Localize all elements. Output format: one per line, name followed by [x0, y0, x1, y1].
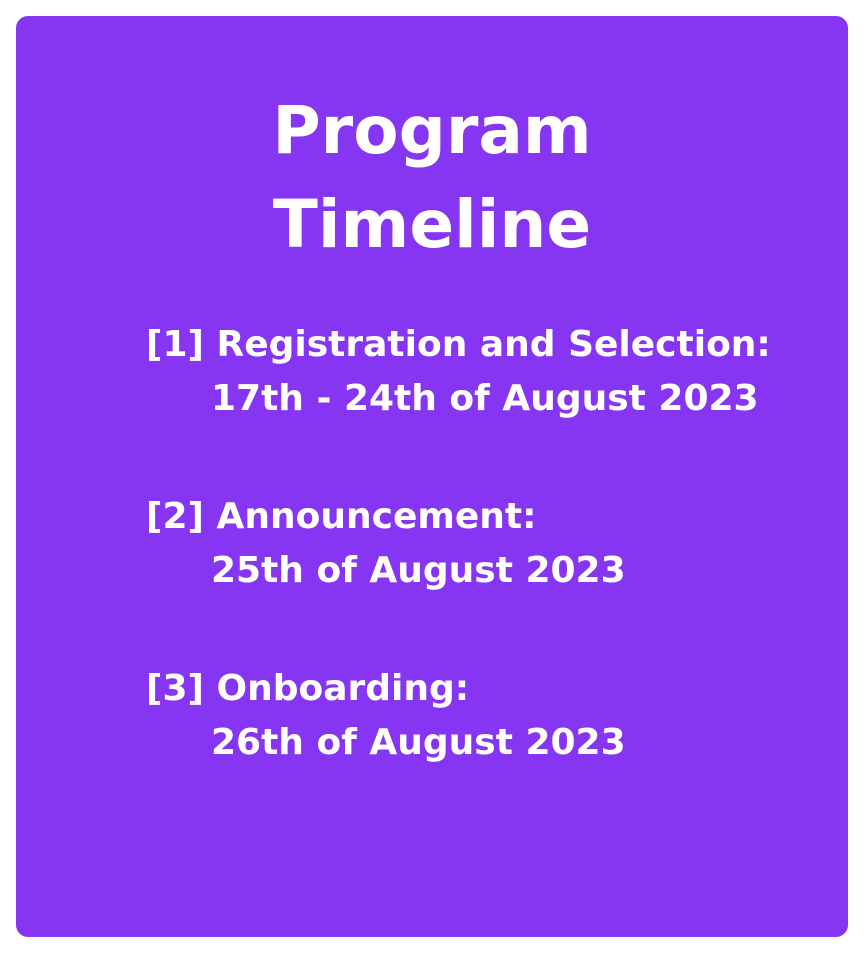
timeline-item: [3] Onboarding: 26th of August 2023 [146, 662, 771, 770]
timeline-item-label: [1] Registration and Selection: [146, 324, 771, 365]
timeline-item-label: [2] Announcement: [146, 496, 537, 537]
timeline-item-date: 25th of August 2023 [211, 550, 626, 591]
timeline-card: Program Timeline [1] Registration and Se… [16, 16, 848, 937]
timeline-item-date: 26th of August 2023 [211, 722, 626, 763]
timeline-item-label: [3] Onboarding: [146, 668, 470, 709]
timeline-item: [1] Registration and Selection: 17th - 2… [146, 318, 771, 426]
title-line-1: Program [272, 92, 592, 169]
timeline-item: [2] Announcement: 25th of August 2023 [146, 490, 771, 598]
card-title: Program Timeline [16, 84, 848, 272]
timeline-list: [1] Registration and Selection: 17th - 2… [146, 318, 771, 834]
title-line-2: Timeline [272, 186, 592, 263]
timeline-item-date: 17th - 24th of August 2023 [211, 378, 759, 419]
